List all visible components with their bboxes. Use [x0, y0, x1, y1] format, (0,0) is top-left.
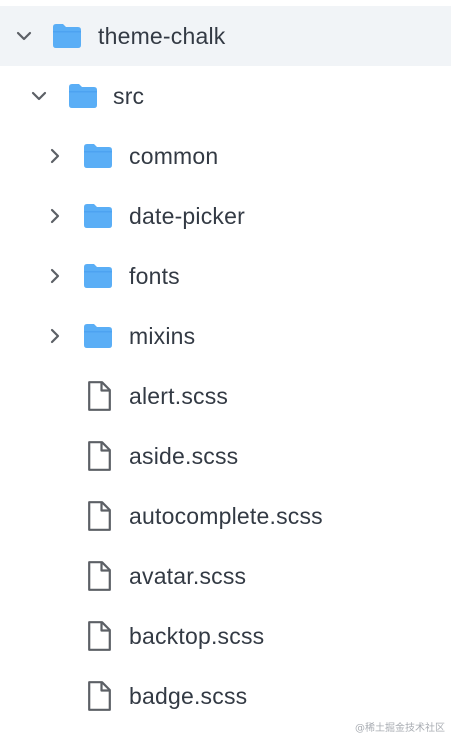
tree-item-date-picker[interactable]: date-picker	[0, 186, 451, 246]
chevron-down-icon[interactable]	[29, 86, 49, 106]
folder-icon	[83, 263, 113, 289]
tree-item-label: date-picker	[129, 202, 245, 229]
tree-item-label: common	[129, 142, 219, 169]
tree-item-mixins[interactable]: mixins	[0, 306, 451, 366]
tree-item-autocomplete-scss[interactable]: autocomplete.scss	[0, 486, 451, 546]
folder-icon	[52, 23, 82, 49]
chevron-right-icon[interactable]	[45, 146, 65, 166]
folder-icon	[83, 323, 113, 349]
file-icon	[87, 561, 111, 591]
folder-icon	[83, 203, 113, 229]
tree-item-label: avatar.scss	[129, 562, 247, 589]
folder-icon	[83, 143, 113, 169]
tree-item-backtop-scss[interactable]: backtop.scss	[0, 606, 451, 666]
file-icon	[87, 441, 111, 471]
tree-item-label: autocomplete.scss	[129, 502, 323, 529]
watermark: @稀土掘金技术社区	[355, 723, 445, 734]
tree-item-label: mixins	[129, 322, 196, 349]
tree-item-label: alert.scss	[129, 382, 229, 409]
chevron-right-icon[interactable]	[45, 326, 65, 346]
chevron-right-icon[interactable]	[45, 206, 65, 226]
tree-item-common[interactable]: common	[0, 126, 451, 186]
chevron-right-icon[interactable]	[45, 266, 65, 286]
tree-item-fonts[interactable]: fonts	[0, 246, 451, 306]
tree-item-avatar-scss[interactable]: avatar.scss	[0, 546, 451, 606]
tree-item-label: backtop.scss	[129, 622, 265, 649]
tree-item-label: aside.scss	[129, 442, 239, 469]
tree-item-label: src	[113, 82, 145, 109]
tree-item-src[interactable]: src	[0, 66, 451, 126]
tree-item-alert-scss[interactable]: alert.scss	[0, 366, 451, 426]
file-icon	[87, 381, 111, 411]
tree-item-badge-scss[interactable]: badge.scss	[0, 666, 451, 726]
file-icon	[87, 621, 111, 651]
file-tree: theme-chalk src common date-picker fonts…	[0, 0, 451, 738]
tree-item-label: fonts	[129, 262, 180, 289]
chevron-down-icon[interactable]	[14, 26, 34, 46]
file-icon	[87, 681, 111, 711]
tree-item-label: theme-chalk	[98, 22, 226, 49]
folder-icon	[68, 83, 98, 109]
tree-item-label: badge.scss	[129, 682, 248, 709]
file-icon	[87, 501, 111, 531]
tree-item-aside-scss[interactable]: aside.scss	[0, 426, 451, 486]
tree-item-theme-chalk[interactable]: theme-chalk	[0, 6, 451, 66]
